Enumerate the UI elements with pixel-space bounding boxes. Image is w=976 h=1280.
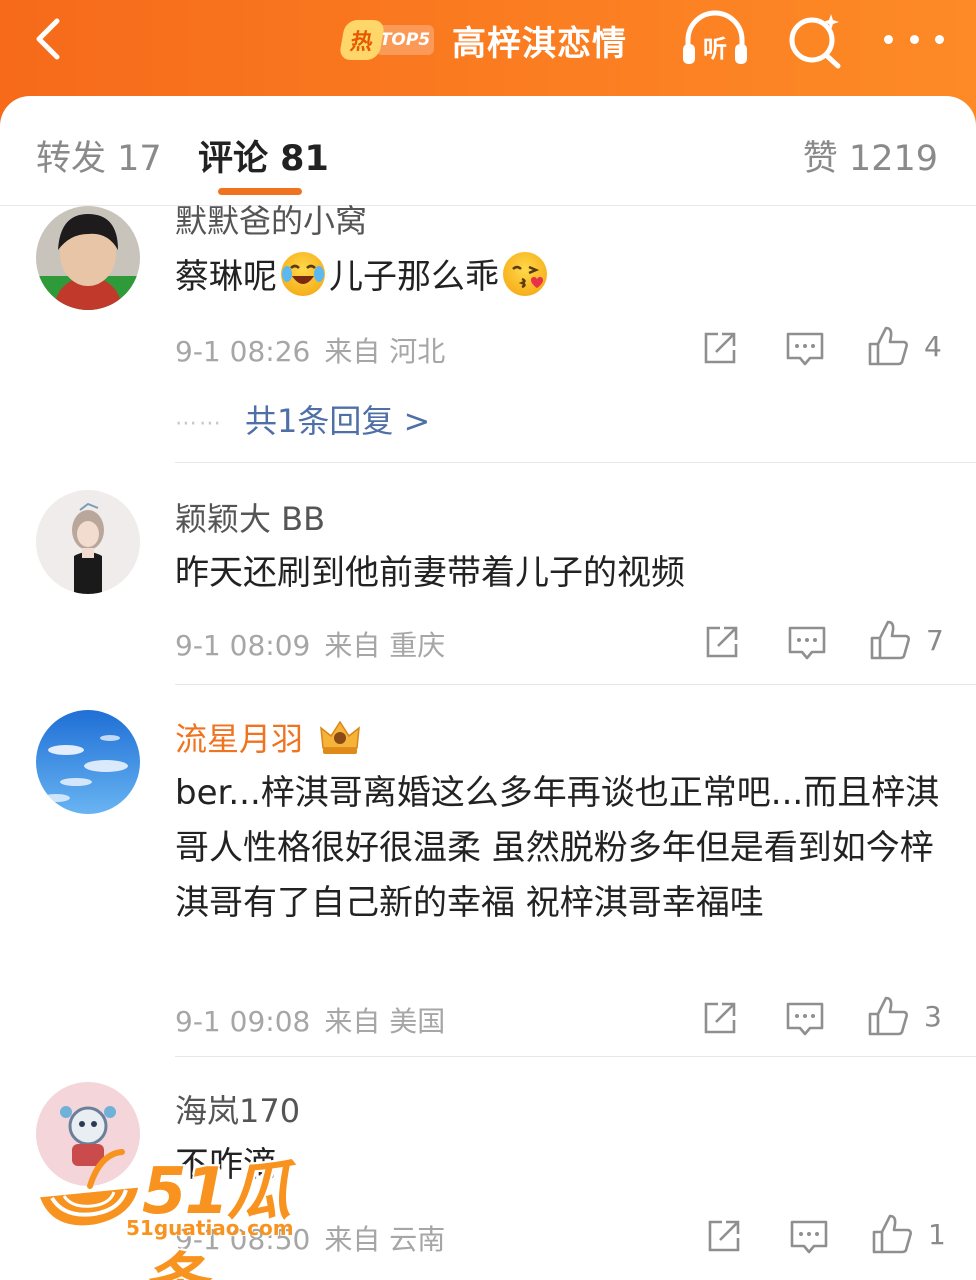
like-button[interactable]: 3 <box>866 994 942 1038</box>
more-options-button[interactable] <box>884 24 944 54</box>
comment-time: 9-1 09:08 <box>175 1005 311 1038</box>
like-button[interactable]: 7 <box>868 618 944 662</box>
comment-meta: 9-1 08:26 来自 河北 <box>175 330 445 370</box>
reply-button[interactable] <box>784 996 826 1040</box>
watermark-logo: 51瓜条 51guatiao.com <box>30 1136 350 1280</box>
divider <box>175 684 976 685</box>
username[interactable]: 颖颖大 BB <box>175 494 325 540</box>
dot-icon <box>884 34 893 44</box>
view-replies-link[interactable]: ⋯⋯ 共1条回复 > <box>175 396 430 442</box>
tab-comments[interactable]: 评论 81 <box>198 130 329 181</box>
comment-time: 9-1 08:09 <box>175 629 311 662</box>
kiss-emoji-icon <box>503 252 547 296</box>
listen-label: 听 <box>703 35 727 63</box>
thumbs-up-icon <box>868 996 908 1036</box>
comment-icon <box>788 626 826 660</box>
comment-time: 9-1 08:26 <box>175 335 311 368</box>
share-icon <box>706 626 738 658</box>
comment-location: 来自 重庆 <box>324 629 446 662</box>
watermark-url: 51guatiao.com <box>126 1216 294 1240</box>
comment-icon <box>786 1002 824 1036</box>
thumbs-up-icon <box>870 620 910 660</box>
watermark-brand: 51瓜条 <box>142 1155 291 1280</box>
comment-item: 颖颖大 BB 昨天还刷到他前妻带着儿子的视频 9-1 08:09 来自 重庆 7 <box>0 488 976 688</box>
headphones-icon: 听 <box>683 10 747 64</box>
divider <box>175 462 976 463</box>
reply-button[interactable] <box>784 326 826 370</box>
thumbs-up-icon <box>872 1214 912 1254</box>
tab-bar: 转发 17 评论 81 赞 1219 <box>0 96 976 206</box>
share-icon <box>708 1220 740 1252</box>
like-button[interactable]: 1 <box>870 1212 946 1256</box>
divider <box>175 1056 976 1057</box>
share-button[interactable] <box>700 326 740 370</box>
thumbs-up-icon <box>868 326 908 366</box>
tab-likes[interactable]: 赞 1219 <box>803 130 938 181</box>
chevron-left-icon <box>36 18 60 60</box>
like-count: 3 <box>924 999 942 1033</box>
like-count: 7 <box>926 623 944 657</box>
comment-text-part: 蔡琳呢 <box>175 257 277 297</box>
avatar[interactable] <box>36 490 140 594</box>
comment-icon <box>786 332 824 366</box>
comment-item: 默默爸的小窝 蔡琳呢 儿子那么乖 9-1 08:26 来自 河北 4 ⋯⋯ 共1… <box>0 202 976 466</box>
share-icon <box>704 332 736 364</box>
search-button[interactable] <box>786 10 846 70</box>
back-button[interactable] <box>22 14 72 64</box>
dots-decoration: ⋯⋯ <box>175 410 223 436</box>
comment-text-part: 儿子那么乖 <box>329 257 499 297</box>
like-count: 1 <box>928 1217 946 1251</box>
comment-text: 昨天还刷到他前妻带着儿子的视频 <box>175 553 685 593</box>
avatar[interactable] <box>36 206 140 310</box>
share-icon <box>704 1002 736 1034</box>
hot-rank-label: TOP5 <box>376 25 434 55</box>
username-label: 流星月羽 <box>175 720 304 758</box>
share-button[interactable] <box>702 620 742 664</box>
comment-meta: 9-1 08:09 来自 重庆 <box>175 624 445 664</box>
crown-badge-icon <box>320 720 361 754</box>
listen-button[interactable]: 听 <box>680 10 750 70</box>
comment-item: 流星月羽 ber...梓淇哥离婚这么多年再谈也正常吧...而且梓淇哥人性格很好很… <box>0 708 976 1058</box>
comment-location: 来自 美国 <box>324 1005 446 1038</box>
search-icon <box>789 14 841 69</box>
laugh-cry-emoji-icon <box>281 252 325 296</box>
comment-location: 来自 河北 <box>324 335 446 368</box>
replies-label: 共1条回复 > <box>245 402 431 440</box>
comment-text: 蔡琳呢 儿子那么乖 <box>175 250 945 305</box>
like-count: 4 <box>924 329 942 363</box>
comment-icon <box>790 1220 828 1254</box>
reply-button[interactable] <box>788 1214 830 1258</box>
topic-title[interactable]: 高梓淇恋情 <box>452 16 627 65</box>
comment-text: ber...梓淇哥离婚这么多年再谈也正常吧...而且梓淇哥人性格很好很温柔 虽然… <box>175 773 940 923</box>
username[interactable]: 流星月羽 <box>175 714 363 760</box>
like-button[interactable]: 4 <box>866 324 942 368</box>
hot-topic-badge[interactable]: 热 TOP5 <box>338 20 438 60</box>
avatar[interactable] <box>36 710 140 814</box>
dot-icon <box>909 34 919 44</box>
active-tab-indicator <box>218 188 302 195</box>
username[interactable]: 默默爸的小窝 <box>175 196 367 242</box>
username[interactable]: 海岚170 <box>175 1086 300 1132</box>
share-button[interactable] <box>700 996 740 1040</box>
dot-icon <box>935 34 944 44</box>
tab-repost[interactable]: 转发 17 <box>36 130 162 181</box>
reply-button[interactable] <box>786 620 828 664</box>
comment-meta: 9-1 09:08 来自 美国 <box>175 1000 445 1040</box>
share-button[interactable] <box>704 1214 744 1258</box>
